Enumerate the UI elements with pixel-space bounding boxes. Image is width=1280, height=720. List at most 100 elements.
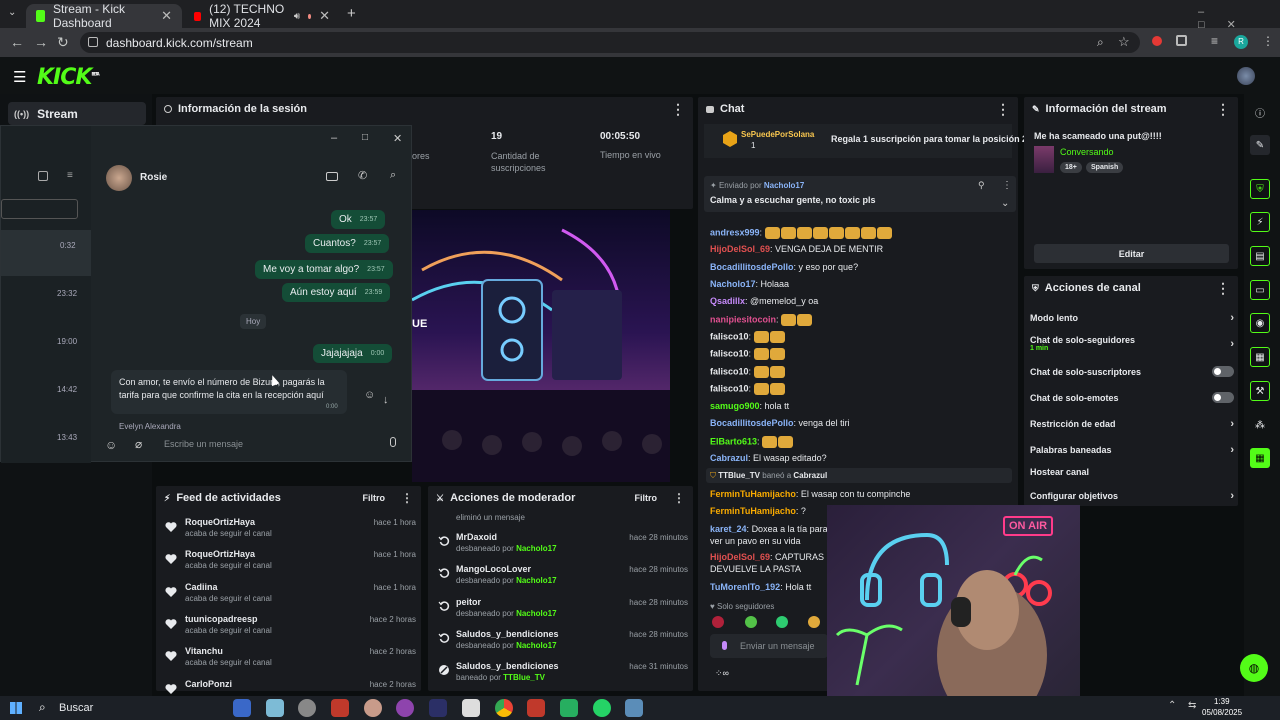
kick-logo[interactable]: KICKBETA	[37, 65, 100, 90]
media-controls-icon[interactable]: ≡	[1211, 34, 1218, 48]
taskbar-app-icon[interactable]	[233, 699, 251, 717]
channel-action-6[interactable]: Palabras baneadas ›	[1030, 444, 1234, 456]
chat-message[interactable]: Cabrazul: El wasap editado?	[710, 453, 827, 463]
microphone-icon[interactable]	[390, 437, 396, 447]
chat-message[interactable]: TuMorenITo_192: Hola tt	[710, 582, 811, 592]
emote-icon[interactable]	[808, 616, 820, 628]
tray-network-icon[interactable]: ⇆	[1188, 700, 1196, 711]
search-icon[interactable]: ⌕	[390, 169, 396, 182]
back-icon[interactable]: ←	[10, 34, 24, 50]
chat-rail-icon[interactable]: ▭	[1250, 280, 1270, 300]
emote-icon[interactable]	[745, 616, 757, 628]
channel-action-1[interactable]: Modo lento ›	[1030, 312, 1234, 324]
mod-action-item[interactable]: Saludos_y_bendiciones desbaneado por Nach…	[436, 629, 690, 659]
zoom-icon[interactable]: ⌕	[1097, 35, 1104, 50]
chevron-right-icon[interactable]: ›	[1230, 490, 1234, 502]
chat-message[interactable]: falisco10:	[710, 366, 786, 378]
chevron-right-icon[interactable]: ›	[1230, 338, 1234, 350]
mod-action-item[interactable]: MrDaxoid desbaneado por Nacholo17 hace 28 …	[436, 532, 690, 562]
channel-action-4[interactable]: Chat de solo-emotes	[1030, 392, 1234, 403]
scroll-down-icon[interactable]: ↓	[383, 394, 389, 406]
toggle-switch[interactable]	[1212, 366, 1234, 377]
more-options-icon[interactable]: ⋮	[1216, 102, 1230, 116]
taskbar-app-icon[interactable]	[429, 699, 447, 717]
chat-message[interactable]: ver un pavo en su vida	[710, 536, 801, 546]
new-chat-icon[interactable]	[38, 171, 48, 181]
message-input[interactable]: Escribe un mensaje	[164, 439, 243, 449]
edit-stream-button[interactable]: Editar	[1034, 244, 1229, 263]
chat-message[interactable]: Nacholo17: Holaaa	[710, 279, 789, 289]
taskbar-app-icon[interactable]	[625, 699, 643, 717]
channel-action-5[interactable]: Restricción de edad ›	[1030, 418, 1234, 430]
message-outgoing[interactable]: Cuantos? 23:57	[305, 234, 390, 253]
message-outgoing[interactable]: Me voy a tomar algo? 23:57	[255, 260, 393, 279]
toggle-switch[interactable]	[1212, 392, 1234, 403]
chat-message[interactable]: FerminTuHamijacho: ?	[710, 506, 806, 516]
lightning-rail-icon[interactable]: ⚡︎	[1250, 212, 1270, 232]
selected-chat-row[interactable]	[1, 230, 91, 276]
chat-message[interactable]: falisco10:	[710, 331, 786, 343]
channel-action-3[interactable]: Chat de solo-suscriptores	[1030, 366, 1234, 377]
maximize-icon[interactable]: □	[362, 132, 368, 143]
taskbar-app-icon[interactable]	[527, 699, 545, 717]
url-input[interactable]: dashboard.kick.com/stream	[80, 32, 1140, 53]
chat-message[interactable]: Qsadillx: @memelod_y oa	[710, 296, 818, 306]
tab-youtube[interactable]: (12) TECHNO MIX 2024 🔊︎ ✕	[184, 2, 340, 30]
extensions-puzzle-icon[interactable]	[1176, 35, 1187, 46]
channel-action-8[interactable]: Configurar objetivos ›	[1030, 490, 1234, 502]
forward-icon[interactable]: →	[34, 34, 48, 50]
channel-action-7[interactable]: Hostear canal	[1030, 467, 1234, 477]
chat-message[interactable]: BocadillitosdePollo: venga del tiri	[710, 418, 850, 428]
chat-message[interactable]: ElBarto613:	[710, 436, 794, 448]
message-outgoing[interactable]: Jajajajaja 0:00	[313, 344, 393, 363]
chevron-right-icon[interactable]: ›	[1230, 418, 1234, 430]
chat-message[interactable]: andresx999:	[710, 227, 893, 239]
taskbar-whatsapp-icon[interactable]	[593, 699, 611, 717]
pin-icon[interactable]: ⚲	[978, 180, 985, 191]
taskbar-search-input[interactable]: Buscar	[59, 702, 93, 714]
attach-icon[interactable]: ⌀	[135, 437, 142, 451]
windows-start-icon[interactable]	[10, 702, 22, 714]
tray-clock-time[interactable]: 1:39	[1214, 697, 1230, 706]
list-rail-icon[interactable]: ▤	[1250, 246, 1270, 266]
close-window-icon[interactable]: ✕	[393, 132, 402, 145]
minimize-icon[interactable]: –	[331, 132, 337, 144]
category-name[interactable]: Conversando	[1060, 147, 1114, 157]
chevron-right-icon[interactable]: ›	[1230, 444, 1234, 456]
bookmark-star-icon[interactable]: ☆	[1118, 34, 1130, 50]
emoji-icon[interactable]: ☺	[105, 438, 117, 452]
taskbar-app-icon[interactable]	[298, 699, 316, 717]
filter-button[interactable]: Filtro	[635, 493, 658, 503]
browser-menu-icon[interactable]: ⋮	[1262, 34, 1274, 48]
chat-settings-icon[interactable]: ⁘∞	[715, 668, 729, 679]
grid-rail-icon[interactable]: ▦	[1250, 448, 1270, 468]
message-outgoing[interactable]: Ok 23:57	[331, 210, 386, 229]
tool-rail-icon[interactable]: ⚒	[1250, 381, 1270, 401]
activity-item[interactable]: RoqueOrtizHaya acaba de seguir el canal ha…	[163, 517, 418, 547]
chat-message[interactable]: HijoDelSol_69: CAPTURAS DE	[710, 552, 839, 562]
chevron-right-icon[interactable]: ›	[1230, 312, 1234, 324]
chat-message[interactable]: HijoDelSol_69: VENGA DEJA DE MENTIR	[710, 244, 883, 254]
contact-avatar[interactable]	[106, 165, 132, 191]
voice-call-icon[interactable]: ✆	[358, 169, 367, 182]
mod-action-item[interactable]: Saludos_y_bendiciones baneado por TTBlue_…	[436, 661, 690, 691]
stream-preview[interactable]: UE	[412, 210, 670, 482]
activity-item[interactable]: RoqueOrtizHaya acaba de seguir el canal ha…	[163, 549, 418, 579]
activity-item[interactable]: tuunicopadreesp acaba de seguir el canal h…	[163, 614, 418, 644]
message-outgoing[interactable]: Aún estoy aquí 23:59	[282, 283, 391, 302]
taskbar-app-icon[interactable]	[364, 699, 382, 717]
user-avatar[interactable]	[1237, 67, 1255, 85]
mod-action-item[interactable]: MangoLocoLover desbaneado por Nacholo17 ha…	[436, 564, 690, 594]
taskbar-app-icon[interactable]	[462, 699, 480, 717]
taskbar-chrome-icon[interactable]	[495, 699, 513, 717]
chat-message[interactable]: falisco10:	[710, 348, 786, 360]
taskbar-app-icon[interactable]	[266, 699, 284, 717]
close-tab-icon[interactable]: ✕	[161, 8, 172, 24]
more-options-icon[interactable]: ⋮	[1216, 281, 1230, 295]
emote-icon[interactable]	[712, 616, 724, 628]
storage-rail-icon[interactable]: ▦	[1250, 347, 1270, 367]
taskbar-search-icon[interactable]: ⌕	[39, 700, 46, 715]
tray-clock-date[interactable]: 05/08/2025	[1202, 708, 1242, 717]
hamburger-menu-icon[interactable]: ☰	[13, 68, 26, 86]
chat-message[interactable]: BocadillitosdePollo: y eso por que?	[710, 262, 858, 272]
